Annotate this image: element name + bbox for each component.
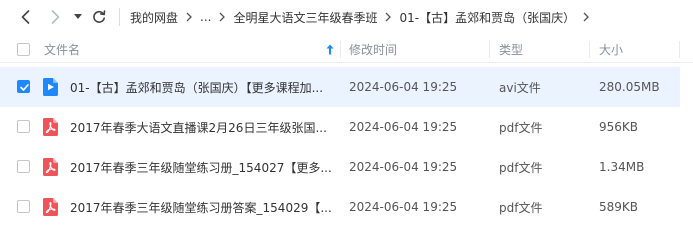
file-name: 2017年春季三年级随堂练习册答案_154029【... — [70, 200, 332, 215]
file-size: 1.34MB — [599, 160, 645, 174]
column-divider[interactable] — [489, 41, 490, 58]
refresh-button[interactable] — [91, 6, 107, 28]
column-header-name-label: 文件名 — [44, 43, 81, 57]
breadcrumb-parent[interactable]: 全明星大语文三年级春季班 — [233, 9, 377, 26]
pdf-file-icon — [43, 158, 58, 176]
file-size: 280.05MB — [599, 80, 660, 94]
file-type: pdf文件 — [499, 160, 543, 175]
navigation-toolbar: 我的网盘 ... 全明星大语文三年级春季班 01-【古】孟郊和贾岛（张国庆） — [0, 0, 693, 34]
column-divider[interactable] — [340, 41, 341, 58]
row-checkbox[interactable] — [17, 160, 30, 173]
file-row[interactable]: 2017年春季大语文直播课2月26日三年级张国... 2024-06-04 19… — [0, 107, 680, 147]
file-type: pdf文件 — [499, 120, 543, 135]
history-dropdown-button[interactable] — [72, 6, 84, 28]
file-row[interactable]: 2017年春季三年级随堂练习册答案_154029【... 2024-06-04 … — [0, 187, 680, 227]
breadcrumb-separator-icon — [219, 12, 226, 22]
file-size: 589KB — [599, 200, 639, 214]
check-icon — [20, 84, 29, 91]
row-checkbox[interactable] — [17, 80, 30, 93]
vertical-scrollbar[interactable] — [685, 36, 693, 246]
file-modified: 2024-06-04 19:25 — [349, 160, 458, 174]
column-header-size-label: 大小 — [599, 43, 624, 57]
file-modified: 2024-06-04 19:25 — [349, 80, 458, 94]
file-type: pdf文件 — [499, 200, 543, 215]
chevron-right-icon — [51, 10, 59, 24]
file-modified: 2024-06-04 19:25 — [349, 120, 458, 134]
back-button[interactable] — [18, 6, 32, 28]
file-modified: 2024-06-04 19:25 — [349, 200, 458, 214]
breadcrumb-root[interactable]: 我的网盘 — [130, 9, 178, 26]
select-all-checkbox[interactable] — [17, 43, 30, 56]
row-checkbox[interactable] — [17, 200, 30, 213]
sort-ascending-icon[interactable] — [326, 44, 334, 55]
video-file-icon — [43, 78, 58, 96]
breadcrumb: 我的网盘 ... 全明星大语文三年级春季班 01-【古】孟郊和贾岛（张国庆） — [130, 0, 597, 34]
breadcrumb-separator-icon — [385, 12, 392, 22]
pdf-file-icon — [43, 118, 58, 136]
column-header-name[interactable]: 文件名 — [44, 36, 340, 63]
row-checkbox[interactable] — [17, 120, 30, 133]
column-header-size[interactable]: 大小 — [599, 36, 679, 63]
forward-button[interactable] — [48, 6, 62, 28]
breadcrumb-expand-icon[interactable] — [583, 12, 590, 22]
file-type: avi文件 — [499, 80, 541, 95]
column-header-type-label: 类型 — [499, 43, 524, 57]
column-divider[interactable] — [679, 41, 680, 58]
column-divider[interactable] — [589, 41, 590, 58]
toolbar-divider — [119, 8, 120, 26]
file-name: 01-【古】孟郊和贾岛（张国庆）【更多课程加... — [70, 80, 324, 95]
file-name: 2017年春季大语文直播课2月26日三年级张国... — [70, 120, 327, 135]
column-header-modified-label: 修改时间 — [349, 43, 398, 57]
file-size: 956KB — [599, 120, 639, 134]
breadcrumb-separator-icon — [186, 12, 192, 22]
pdf-file-icon — [43, 198, 58, 216]
refresh-icon — [93, 10, 106, 23]
breadcrumb-ellipsis[interactable]: ... — [200, 10, 211, 24]
column-header-modified[interactable]: 修改时间 — [349, 36, 489, 63]
file-name: 2017年春季三年级随堂练习册_154027【更多... — [70, 160, 332, 175]
file-row[interactable]: 2017年春季三年级随堂练习册_154027【更多... 2024-06-04 … — [0, 147, 680, 187]
column-header-type[interactable]: 类型 — [499, 36, 589, 63]
file-list-header: 文件名 修改时间 类型 大小 — [0, 36, 693, 63]
caret-down-icon — [74, 14, 82, 19]
file-row[interactable]: 01-【古】孟郊和贾岛（张国庆）【更多课程加... 2024-06-04 19:… — [0, 67, 680, 107]
chevron-left-icon — [21, 10, 29, 24]
breadcrumb-current[interactable]: 01-【古】孟郊和贾岛（张国庆） — [399, 9, 575, 26]
